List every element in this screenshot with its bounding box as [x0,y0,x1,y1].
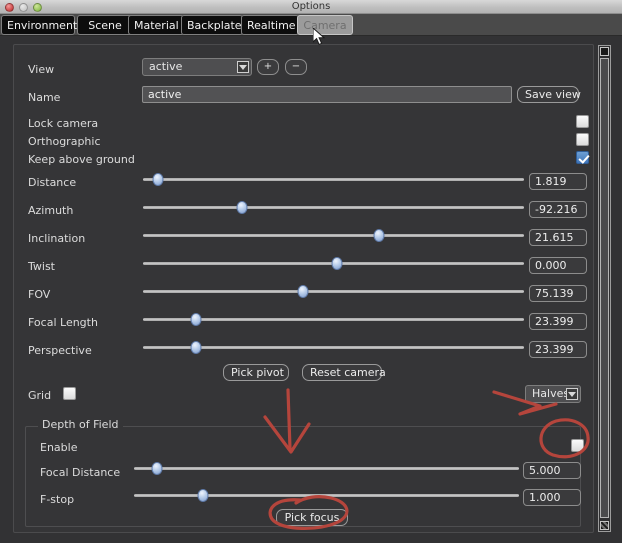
focal-length-label: Focal Length [28,316,98,329]
orthographic-label: Orthographic [28,135,101,148]
tab-bar: Environment Scene Material Backplates Re… [0,14,622,36]
view-select-value: active [149,59,182,75]
view-label: View [28,63,54,76]
pick-focus-button[interactable]: Pick focus [276,509,348,526]
dof-enable-label: Enable [40,441,77,454]
focal-distance-value[interactable]: 5.000 [523,462,581,479]
slider-track [134,467,519,470]
pick-pivot-button[interactable]: Pick pivot [223,364,289,381]
slider-track [143,178,524,181]
slider-handle[interactable] [191,313,202,326]
slider-track [143,234,524,237]
slider-handle[interactable] [332,257,343,270]
grid-mode-value: Halves [532,386,569,402]
slider-track [134,494,519,497]
slider-handle[interactable] [153,173,164,186]
scroll-down-arrow-icon[interactable] [600,521,609,530]
keep-above-ground-label: Keep above ground [28,153,135,166]
f-stop-label: F-stop [40,493,74,506]
slider-handle[interactable] [237,201,248,214]
add-view-button[interactable]: + [257,59,279,75]
distance-label: Distance [28,176,76,189]
lock-camera-checkbox[interactable] [576,115,589,128]
twist-label: Twist [28,260,55,273]
fov-label: FOV [28,288,50,301]
perspective-label: Perspective [28,344,92,357]
scrollbar-thumb[interactable] [600,58,609,518]
dof-enable-checkbox[interactable] [571,439,584,452]
fov-value[interactable]: 75.139 [529,285,587,302]
grid-mode-select[interactable]: Halves [525,385,581,403]
lock-camera-label: Lock camera [28,117,98,130]
slider-track [143,206,524,209]
slider-handle[interactable] [198,489,209,502]
slider-handle[interactable] [191,341,202,354]
slider-handle[interactable] [374,229,385,242]
vertical-scrollbar[interactable] [598,45,611,532]
name-label: Name [28,91,60,104]
tab-backplates[interactable]: Backplates [181,15,243,35]
inclination-label: Inclination [28,232,85,245]
camera-settings-panel: View active + − Name active Save view Lo… [13,44,594,533]
grid-checkbox[interactable] [63,387,76,400]
slider-handle[interactable] [298,285,309,298]
name-input[interactable]: active [142,86,512,103]
view-select[interactable]: active [142,58,252,76]
options-window: Options Environment Scene Material Backp… [0,0,622,543]
focal-length-value[interactable]: 23.399 [529,313,587,330]
azimuth-slider[interactable] [143,200,524,214]
azimuth-label: Azimuth [28,204,73,217]
azimuth-value[interactable]: -92.216 [529,201,587,218]
scroll-up-arrow-icon[interactable] [600,47,609,56]
perspective-value[interactable]: 23.399 [529,341,587,358]
perspective-slider[interactable] [143,340,524,354]
slider-track [143,290,524,293]
save-view-button[interactable]: Save view [517,86,579,103]
focal-distance-slider[interactable] [134,461,519,475]
f-stop-slider[interactable] [134,488,519,502]
tab-camera[interactable]: Camera [297,15,353,35]
window-title: Options [0,0,622,14]
depth-of-field-title: Depth of Field [38,419,123,431]
distance-value[interactable]: 1.819 [529,173,587,190]
distance-slider[interactable] [143,172,524,186]
f-stop-value[interactable]: 1.000 [523,489,581,506]
twist-slider[interactable] [143,256,524,270]
inclination-slider[interactable] [143,228,524,242]
orthographic-checkbox[interactable] [576,133,589,146]
grid-label: Grid [28,389,51,402]
focal-length-slider[interactable] [143,312,524,326]
fov-slider[interactable] [143,284,524,298]
focal-distance-label: Focal Distance [40,466,120,479]
tab-environment[interactable]: Environment [1,15,75,35]
tab-scene[interactable]: Scene [77,15,133,35]
remove-view-button[interactable]: − [285,59,307,75]
window-titlebar: Options [0,0,622,14]
twist-value[interactable]: 0.000 [529,257,587,274]
reset-camera-button[interactable]: Reset camera [302,364,382,381]
chevron-down-icon[interactable] [566,388,578,400]
tab-material[interactable]: Material [128,15,184,35]
inclination-value[interactable]: 21.615 [529,229,587,246]
slider-handle[interactable] [152,462,163,475]
tab-realtime[interactable]: Realtime [241,15,299,35]
keep-above-ground-checkbox[interactable] [576,151,589,164]
chevron-down-icon[interactable] [237,61,249,73]
